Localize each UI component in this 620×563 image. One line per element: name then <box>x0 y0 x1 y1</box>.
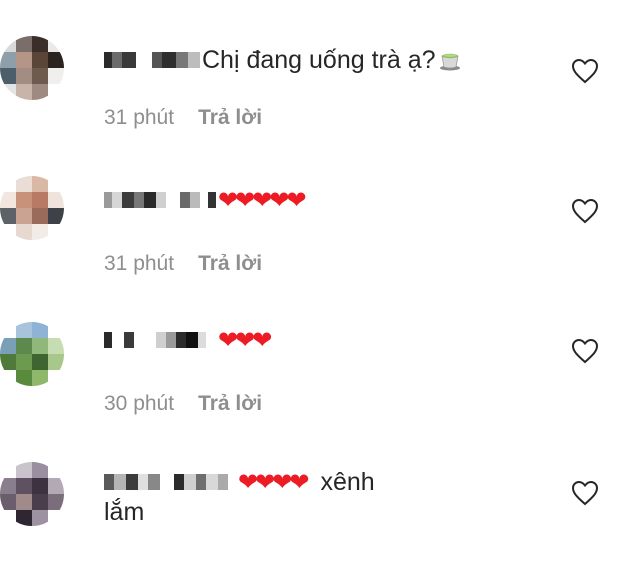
heart-outline-icon <box>571 338 599 364</box>
avatar[interactable] <box>0 462 64 526</box>
comment-timestamp: 31 phút <box>104 252 175 275</box>
comment-message-continued: lắm <box>104 498 145 526</box>
heart-emojis: ❤❤❤❤ <box>238 468 309 496</box>
comment-timestamp: 31 phút <box>104 106 175 129</box>
comment-message: xênh <box>320 468 375 496</box>
avatar[interactable] <box>0 322 64 386</box>
username-blurred[interactable] <box>104 47 200 73</box>
like-button[interactable] <box>571 198 599 224</box>
heart-outline-icon <box>571 58 599 84</box>
username-blurred[interactable] <box>104 187 216 213</box>
comment-text: ❤❤❤❤ xênh <box>104 466 560 498</box>
heart-emojis: ❤❤❤ <box>218 326 272 354</box>
comment-text: Chị đang uống trà ạ? <box>104 44 560 76</box>
heart-outline-icon <box>571 198 599 224</box>
avatar[interactable] <box>0 176 64 240</box>
username-blurred[interactable] <box>104 327 206 353</box>
comment-timestamp: 30 phút <box>104 392 175 415</box>
like-button[interactable] <box>571 58 599 84</box>
like-button[interactable] <box>571 480 599 506</box>
comment-list: Chị đang uống trà ạ? 31 phút Trả lời ❤❤❤… <box>0 0 620 563</box>
tea-cup-icon <box>438 48 462 72</box>
reply-button[interactable]: Trả lời <box>198 392 262 416</box>
like-button[interactable] <box>571 338 599 364</box>
comment-text: ❤❤❤ <box>104 324 560 356</box>
reply-button[interactable]: Trả lời <box>198 106 262 130</box>
comment-message: Chị đang uống trà ạ? <box>202 46 436 74</box>
heart-emojis: ❤❤❤❤❤ <box>218 186 307 214</box>
comment-text: ❤❤❤❤❤ <box>104 184 560 216</box>
username-blurred[interactable] <box>104 469 228 495</box>
reply-button[interactable]: Trả lời <box>198 252 262 276</box>
avatar[interactable] <box>0 36 64 100</box>
heart-outline-icon <box>571 480 599 506</box>
